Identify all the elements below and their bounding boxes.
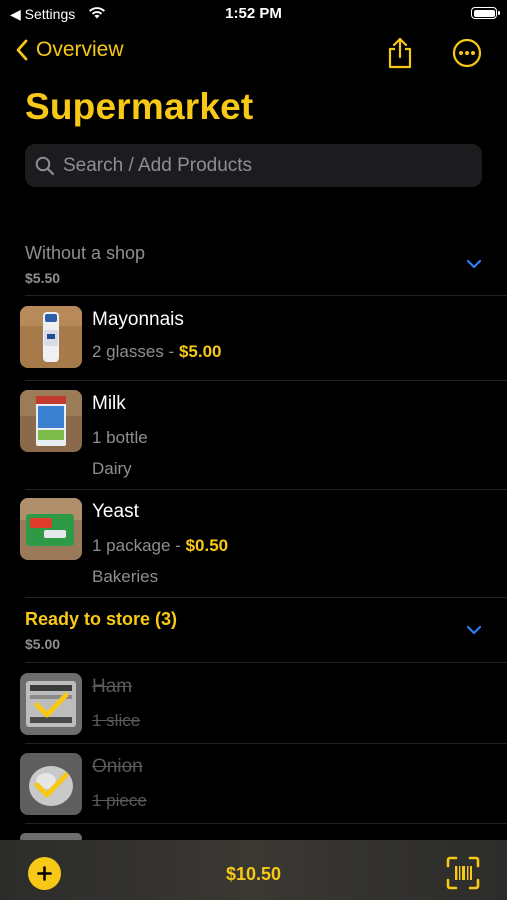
back-button[interactable]: Overview	[16, 38, 124, 62]
barcode-scan-icon[interactable]	[446, 856, 480, 890]
divider	[25, 295, 507, 296]
list-item-onion[interactable]: Onion 1 piece	[20, 753, 490, 819]
section-header-ready-to-store[interactable]: Ready to store (3) $5.00	[25, 609, 482, 652]
page-title: Supermarket	[25, 86, 254, 127]
share-icon[interactable]	[386, 36, 414, 70]
divider	[25, 489, 507, 490]
status-bar: ◀ Settings 1:52 PM	[0, 0, 507, 28]
product-image-milk	[20, 390, 82, 452]
divider	[25, 597, 507, 598]
divider	[25, 662, 507, 663]
item-quantity: 1 slice	[92, 711, 141, 730]
divider	[25, 380, 507, 381]
item-name: Ham	[92, 676, 133, 697]
section-total: $5.50	[25, 270, 61, 286]
item-quantity: 2 glasses - $5.00	[92, 342, 221, 362]
item-name: Onion	[92, 756, 143, 777]
list-total: $10.50	[225, 864, 282, 884]
section-title: Ready to store (3)	[25, 609, 178, 629]
divider	[25, 743, 507, 744]
section-header-without-shop[interactable]: Without a shop $5.50	[25, 243, 482, 286]
item-price: $5.00	[178, 342, 222, 361]
item-quantity: 1 package - $0.50	[92, 536, 228, 556]
back-label: Overview	[36, 38, 124, 61]
quantity-text: 2 glasses -	[92, 342, 175, 361]
item-name: Milk	[92, 393, 126, 414]
list-item-ham[interactable]: Ham 1 slice	[20, 673, 490, 739]
search-icon	[35, 156, 55, 175]
section-title: Without a shop	[25, 243, 146, 263]
quantity-text: 1 package -	[92, 536, 181, 555]
search-input[interactable]: Search / Add Products	[25, 144, 482, 187]
chevron-down-icon[interactable]	[466, 259, 482, 269]
more-options-icon[interactable]	[452, 38, 482, 68]
battery-icon	[471, 7, 500, 19]
bottom-toolbar: $10.50	[0, 840, 507, 900]
chevron-down-icon[interactable]	[466, 625, 482, 635]
item-price: $0.50	[185, 536, 229, 555]
list-item-yeast[interactable]: Yeast 1 package - $0.50 Bakeries	[20, 498, 490, 588]
search-placeholder: Search / Add Products	[63, 154, 253, 176]
product-image-yeast	[20, 498, 82, 560]
product-image-ham	[20, 673, 82, 735]
section-total: $5.00	[25, 636, 61, 652]
product-image-onion	[20, 753, 82, 815]
status-time: 1:52 PM	[225, 5, 282, 22]
list-item-milk[interactable]: Milk 1 bottle Dairy	[20, 390, 490, 480]
list-item-mayonnais[interactable]: Mayonnais 2 glasses - $5.00	[20, 306, 490, 372]
item-quantity: 1 piece	[92, 791, 147, 810]
divider	[25, 823, 507, 824]
item-quantity: 1 bottle	[92, 428, 148, 447]
product-image-mayonnais	[20, 306, 82, 368]
item-category: Bakeries	[92, 567, 159, 586]
item-name: Yeast	[92, 501, 139, 522]
chevron-left-icon	[16, 39, 28, 61]
item-category: Dairy	[92, 459, 132, 478]
item-name: Mayonnais	[92, 309, 184, 330]
